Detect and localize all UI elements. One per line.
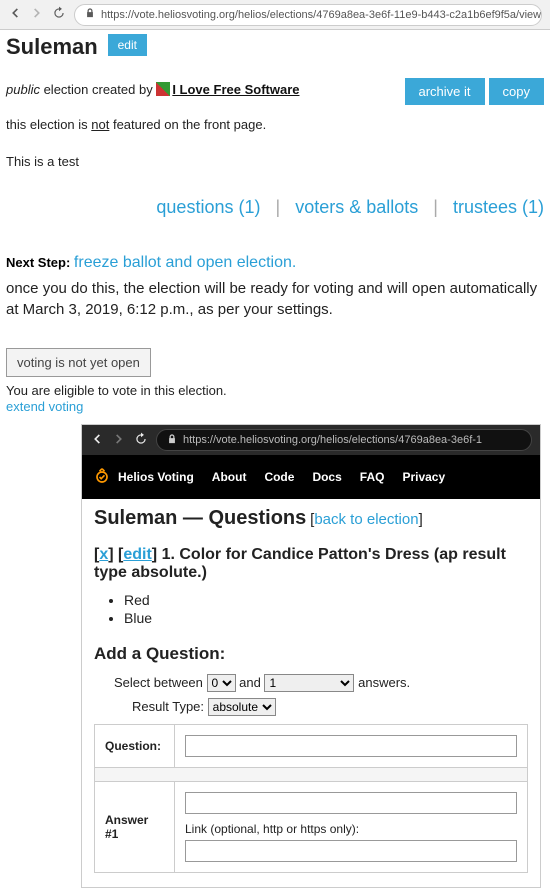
created-by-prefix: election created by xyxy=(40,82,156,97)
question-heading: [x] [edit] 1. Color for Candice Patton's… xyxy=(94,546,528,582)
inner-url-bar[interactable]: https://vote.heliosvoting.org/helios/ele… xyxy=(156,429,532,451)
copy-button[interactable]: copy xyxy=(489,78,544,105)
tab-questions[interactable]: questions (1) xyxy=(156,197,260,217)
site-nav: Helios Voting About Code Docs FAQ Privac… xyxy=(82,455,540,499)
nav-privacy[interactable]: Privacy xyxy=(402,470,445,484)
max-answers-select[interactable]: 1 xyxy=(264,674,354,692)
url-text: https://vote.heliosvoting.org/helios/ele… xyxy=(101,9,542,21)
answer1-input[interactable] xyxy=(185,792,517,814)
archive-button[interactable]: archive it xyxy=(405,78,485,105)
featured-line: this election is not featured on the fro… xyxy=(6,117,544,132)
tab-trustees[interactable]: trustees (1) xyxy=(453,197,544,217)
add-question-heading: Add a Question: xyxy=(94,644,528,664)
extend-voting-link[interactable]: extend voting xyxy=(6,399,83,414)
next-step-desc: once you do this, the election will be r… xyxy=(6,278,544,320)
forward-icon[interactable] xyxy=(30,6,44,23)
link-label: Link (optional, http or https only): xyxy=(185,822,517,836)
eligibility-text: You are eligible to vote in this electio… xyxy=(6,383,544,398)
inner-window: https://vote.heliosvoting.org/helios/ele… xyxy=(81,424,541,888)
answer1-link-input[interactable] xyxy=(185,840,517,862)
election-description: This is a test xyxy=(6,154,544,169)
nav-code[interactable]: Code xyxy=(264,470,294,484)
answer1-label: Answer #1 xyxy=(95,782,175,873)
tab-voters[interactable]: voters & ballots xyxy=(295,197,418,217)
back-icon[interactable] xyxy=(8,6,22,23)
reload-icon[interactable] xyxy=(52,6,66,23)
min-answers-select[interactable]: 0 xyxy=(207,674,236,692)
question-input[interactable] xyxy=(185,735,517,757)
nav-about[interactable]: About xyxy=(212,470,247,484)
browser-address-bar: https://vote.heliosvoting.org/helios/ele… xyxy=(0,0,550,30)
election-title: Suleman xyxy=(6,34,98,60)
next-step-label: Next Step: xyxy=(6,255,70,270)
forward-icon[interactable] xyxy=(112,432,126,449)
inner-address-bar: https://vote.heliosvoting.org/helios/ele… xyxy=(82,425,540,455)
voting-status-button[interactable]: voting is not yet open xyxy=(6,348,151,377)
result-type-select[interactable]: absolute xyxy=(208,698,276,716)
questions-page-title: Suleman — Questions xyxy=(94,507,306,529)
answer-options: Red Blue xyxy=(124,592,528,626)
nav-faq[interactable]: FAQ xyxy=(360,470,385,484)
url-bar[interactable]: https://vote.heliosvoting.org/helios/ele… xyxy=(74,4,542,26)
lock-icon xyxy=(167,434,177,447)
question-label: Question: xyxy=(95,725,175,768)
nav-docs[interactable]: Docs xyxy=(312,470,341,484)
edit-button[interactable]: edit xyxy=(108,34,147,56)
tabs-row: questions (1) | voters & ballots | trust… xyxy=(6,197,544,218)
avatar-icon xyxy=(156,82,170,96)
edit-question-link[interactable]: edit xyxy=(123,546,151,563)
freeze-link[interactable]: freeze ballot and open election. xyxy=(74,254,296,271)
brand-logo[interactable]: Helios Voting xyxy=(92,467,194,487)
visibility-label: public xyxy=(6,82,40,97)
creator-link[interactable]: I Love Free Software xyxy=(172,82,299,97)
question-form: Question: Answer #1 Link (optional, http… xyxy=(94,724,528,873)
back-to-election-link[interactable]: back to election xyxy=(314,511,418,528)
delete-question-link[interactable]: x xyxy=(99,546,108,563)
reload-icon[interactable] xyxy=(134,432,148,449)
lock-icon xyxy=(85,8,95,21)
list-item: Blue xyxy=(124,610,528,626)
inner-url-text: https://vote.heliosvoting.org/helios/ele… xyxy=(183,434,482,446)
list-item: Red xyxy=(124,592,528,608)
back-icon[interactable] xyxy=(90,432,104,449)
